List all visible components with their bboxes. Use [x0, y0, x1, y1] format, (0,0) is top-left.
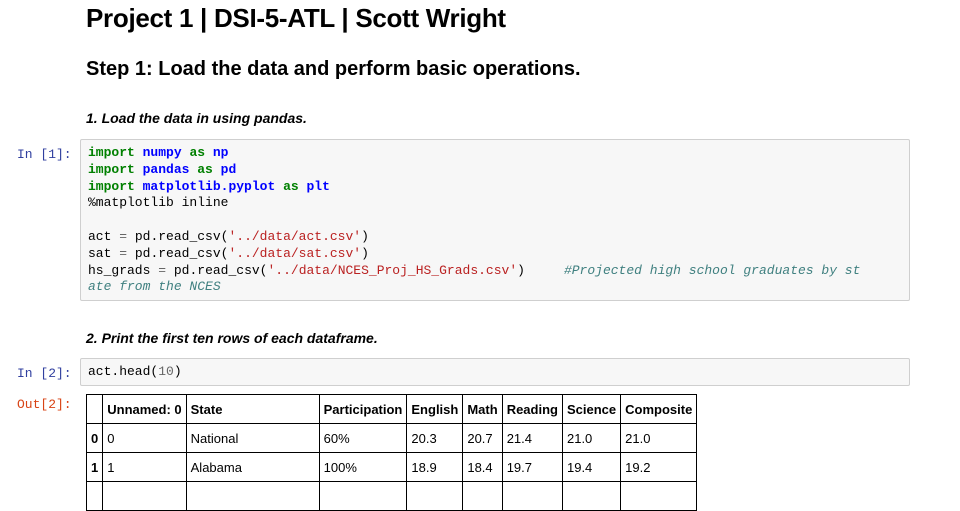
code-comment: ate from the NCES: [88, 279, 221, 295]
cell-2-out-prompt: Out[2]:: [17, 397, 72, 412]
code-comment: #Projected high school graduates by st: [563, 262, 861, 278]
keyword: as: [197, 161, 213, 177]
step-heading: Step 1: Load the data and perform basic …: [86, 58, 581, 80]
table-cell: National: [185, 423, 320, 453]
table-cell: 19.4: [561, 452, 622, 482]
column-header: English: [406, 394, 464, 424]
table-cell: 0: [102, 423, 187, 453]
index-header: [85, 394, 104, 424]
cell-2-in-prompt: In [2]:: [17, 366, 72, 381]
table-cell: 20.3: [406, 423, 464, 453]
close-paren: ): [361, 245, 369, 261]
code-cell-2[interactable]: act.head(10): [80, 358, 910, 386]
column-header: Composite: [620, 394, 698, 424]
instruction-load-data: 1. Load the data in using pandas.: [86, 110, 307, 126]
string-literal: '../data/sat.csv': [228, 245, 362, 261]
column-header: Math: [462, 394, 503, 424]
instruction-print-rows: 2. Print the first ten rows of each data…: [86, 330, 378, 346]
table-header-row: Unnamed: 0 State Participation English M…: [85, 394, 698, 424]
variable: act: [88, 228, 112, 244]
module-name: pandas: [142, 161, 190, 177]
magic-command: %matplotlib inline: [88, 195, 229, 211]
function-call: pd.read_csv(: [134, 228, 229, 244]
column-header: Reading: [501, 394, 563, 424]
module-alias: pd: [220, 161, 237, 177]
column-header: Science: [561, 394, 622, 424]
table-cell: Alabama: [185, 452, 320, 482]
table-cell: 1: [102, 452, 187, 482]
table-row: 1 1 Alabama 100% 18.9 18.4 19.7 19.4 19.…: [85, 452, 698, 482]
table-cell: 18.4: [462, 452, 503, 482]
row-index: 1: [85, 452, 104, 482]
table-cell: 20.7: [462, 423, 503, 453]
code-cell-2-source[interactable]: act.head(10): [88, 364, 182, 381]
table-cell: 19.7: [501, 452, 563, 482]
column-header: State: [185, 394, 320, 424]
function-call: act.head(: [88, 364, 159, 379]
function-call: pd.read_csv(: [134, 245, 229, 261]
function-call: pd.read_csv(: [173, 262, 268, 278]
table-cell: 19.2: [620, 452, 698, 482]
keyword: as: [283, 178, 299, 194]
table-row: 0 0 National 60% 20.3 20.7 21.4 21.0 21.…: [85, 423, 698, 453]
table-cell: 21.0: [620, 423, 698, 453]
keyword: import: [88, 145, 135, 160]
table-cell: 21.0: [561, 423, 622, 453]
table-cell: 18.9: [406, 452, 464, 482]
keyword: as: [189, 145, 206, 160]
table-cell: 60%: [318, 423, 408, 453]
column-header: Unnamed: 0: [102, 394, 187, 424]
keyword: import: [88, 178, 135, 194]
module-name: numpy: [142, 145, 182, 160]
keyword: import: [88, 161, 135, 177]
module-name: matplotlib.pyplot: [142, 178, 276, 194]
string-literal: '../data/NCES_Proj_HS_Grads.csv': [267, 262, 518, 278]
column-header: Participation: [318, 394, 408, 424]
variable: sat: [88, 245, 112, 261]
table-cell: 100%: [318, 452, 408, 482]
cell-1-in-prompt: In [1]:: [17, 147, 72, 162]
number-literal: 10: [158, 364, 174, 379]
notebook-title: Project 1 | DSI-5-ATL | Scott Wright: [86, 3, 506, 33]
string-literal: '../data/act.csv': [228, 228, 362, 244]
table-cell: 21.4: [501, 423, 563, 453]
close-paren: ): [517, 262, 525, 278]
close-paren: ): [173, 364, 182, 379]
dataframe-output: Unnamed: 0 State Participation English M…: [85, 394, 698, 511]
code-cell-1-source[interactable]: import numpy as np import pandas as pd i…: [88, 145, 860, 296]
code-cell-1[interactable]: import numpy as np import pandas as pd i…: [80, 139, 910, 301]
close-paren: ): [361, 228, 369, 244]
module-alias: plt: [306, 178, 330, 194]
variable: hs_grads: [88, 262, 151, 278]
row-index: 0: [85, 423, 104, 453]
module-alias: np: [212, 145, 229, 160]
